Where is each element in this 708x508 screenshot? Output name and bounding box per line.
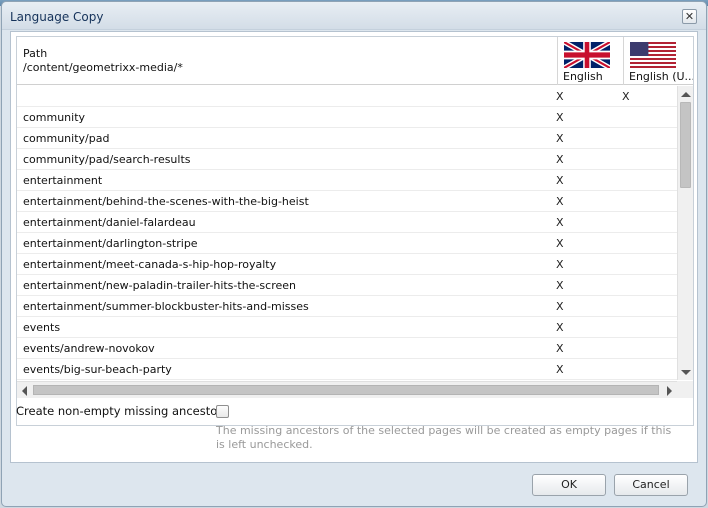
row-cell-english-uk[interactable]: X: [556, 300, 564, 313]
language-column-header-english-uk[interactable]: English: [557, 37, 623, 85]
scroll-up-icon[interactable]: [681, 92, 691, 97]
table-row[interactable]: community/pad/search-results X: [17, 149, 677, 170]
table-row[interactable]: X X: [17, 86, 677, 107]
table-row[interactable]: entertainment/meet-canada-s-hip-hop-roya…: [17, 254, 677, 275]
row-path: events: [23, 321, 61, 334]
row-cell-english-uk[interactable]: X: [556, 216, 564, 229]
dialog-title: Language Copy: [10, 10, 104, 24]
row-cell-english-us[interactable]: X: [622, 90, 630, 103]
row-path: community/pad: [23, 132, 110, 145]
table-row[interactable]: events/big-sur-beach-party X: [17, 359, 677, 380]
horizontal-scrollbar[interactable]: [17, 381, 693, 398]
table-row[interactable]: events X: [17, 317, 677, 338]
language-grid: Path /content/geometrixx-media/* English…: [16, 36, 694, 426]
row-path: entertainment/new-paladin-trailer-hits-t…: [23, 279, 296, 292]
row-path: events/big-sur-beach-party: [23, 363, 172, 376]
scroll-left-icon[interactable]: [22, 386, 27, 396]
row-path: entertainment/summer-blockbuster-hits-an…: [23, 300, 309, 313]
row-cell-english-uk[interactable]: X: [556, 237, 564, 250]
table-row[interactable]: community/pad X: [17, 128, 677, 149]
ok-button[interactable]: OK: [532, 474, 606, 496]
language-label-english-uk: English: [563, 70, 603, 83]
row-cell-english-uk[interactable]: X: [556, 111, 564, 124]
dialog-titlebar[interactable]: Language Copy ✕: [2, 2, 706, 30]
path-root-label: /content/geometrixx-media/*: [23, 61, 183, 74]
close-icon[interactable]: ✕: [682, 9, 697, 24]
row-path: entertainment/meet-canada-s-hip-hop-roya…: [23, 258, 277, 271]
table-row[interactable]: entertainment/summer-blockbuster-hits-an…: [17, 296, 677, 317]
vertical-scroll-thumb[interactable]: [680, 102, 691, 188]
row-cell-english-uk[interactable]: X: [556, 174, 564, 187]
table-row[interactable]: entertainment/darlington-stripe X: [17, 233, 677, 254]
language-label-english-us: English (U...: [629, 70, 694, 83]
horizontal-scroll-thumb[interactable]: [33, 385, 659, 395]
row-cell-english-uk[interactable]: X: [556, 279, 564, 292]
row-cell-english-uk[interactable]: X: [556, 153, 564, 166]
us-flag-icon: [630, 42, 676, 68]
language-copy-dialog: Language Copy ✕ Path /content/geometrixx…: [1, 1, 707, 507]
path-column-header[interactable]: Path /content/geometrixx-media/*: [17, 37, 557, 85]
path-header-label: Path: [23, 47, 48, 60]
uk-flag-icon: [564, 42, 610, 68]
grid-header: Path /content/geometrixx-media/* English…: [17, 37, 693, 85]
row-path: entertainment/darlington-stripe: [23, 237, 198, 250]
create-ancestors-help-text: The missing ancestors of the selected pa…: [216, 424, 672, 451]
table-row[interactable]: events/andrew-novokov X: [17, 338, 677, 359]
row-cell-english-uk[interactable]: X: [556, 90, 564, 103]
cancel-button[interactable]: Cancel: [614, 474, 688, 496]
row-path: events/andrew-novokov: [23, 342, 155, 355]
table-row[interactable]: entertainment/daniel-falardeau X: [17, 212, 677, 233]
table-row[interactable]: entertainment/behind-the-scenes-with-the…: [17, 191, 677, 212]
table-row[interactable]: entertainment X: [17, 170, 677, 191]
row-path: community: [23, 111, 86, 124]
vertical-scrollbar[interactable]: [677, 86, 693, 380]
row-cell-english-uk[interactable]: X: [556, 195, 564, 208]
row-cell-english-uk[interactable]: X: [556, 363, 564, 376]
row-path: entertainment/daniel-falardeau: [23, 216, 196, 229]
row-cell-english-uk[interactable]: X: [556, 258, 564, 271]
create-ancestors-label: Create non-empty missing ancestors: [16, 404, 228, 418]
scroll-down-icon[interactable]: [681, 370, 691, 375]
language-column-header-english-us[interactable]: English (U...: [623, 37, 693, 85]
row-cell-english-uk[interactable]: X: [556, 132, 564, 145]
row-cell-english-uk[interactable]: X: [556, 342, 564, 355]
scroll-right-icon[interactable]: [667, 386, 672, 396]
row-path: entertainment/behind-the-scenes-with-the…: [23, 195, 309, 208]
row-path: community/pad/search-results: [23, 153, 191, 166]
dialog-body: Path /content/geometrixx-media/* English…: [10, 31, 698, 463]
table-row[interactable]: entertainment/new-paladin-trailer-hits-t…: [17, 275, 677, 296]
scrollbar-corner: [677, 381, 693, 398]
row-cell-english-uk[interactable]: X: [556, 321, 564, 334]
table-row[interactable]: community X: [17, 107, 677, 128]
grid-body: X X community X community/pad X communit…: [17, 86, 677, 380]
row-path: entertainment: [23, 174, 103, 187]
create-ancestors-checkbox[interactable]: [216, 405, 229, 418]
